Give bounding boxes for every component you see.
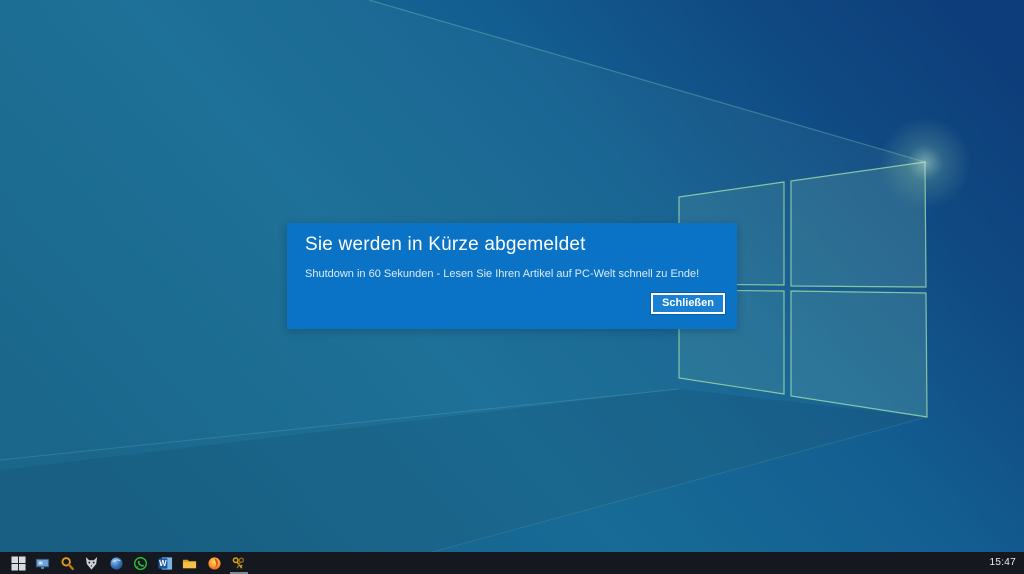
svg-text:W: W	[159, 559, 167, 568]
whatsapp-icon	[133, 556, 148, 571]
close-button[interactable]: Schließen	[651, 293, 725, 314]
dialog-message: Shutdown in 60 Sekunden - Lesen Sie Ihre…	[305, 268, 699, 280]
taskbar-clock[interactable]: 15:47	[989, 552, 1016, 574]
taskbar-item-wolf-app[interactable]	[80, 552, 105, 574]
monitor-icon	[35, 556, 50, 571]
taskbar-item-display-app[interactable]	[31, 552, 56, 574]
dialog-title: Sie werden in Kürze abgemeldet	[305, 234, 586, 256]
taskbar-item-search-tool[interactable]	[55, 552, 80, 574]
taskbar-item-globe-app[interactable]	[104, 552, 129, 574]
taskbar-item-file-explorer[interactable]	[178, 552, 203, 574]
start-button[interactable]	[6, 552, 31, 574]
blue-sphere-icon	[109, 556, 124, 571]
taskbar-item-firefox[interactable]	[202, 552, 227, 574]
wolf-head-icon	[84, 556, 99, 571]
folder-icon	[182, 556, 197, 571]
taskbar: W	[0, 552, 1024, 574]
taskbar-item-password-keys-app[interactable]	[227, 552, 252, 574]
taskbar-item-word[interactable]: W	[153, 552, 178, 574]
windows-start-icon	[11, 556, 26, 571]
firefox-icon	[207, 556, 222, 571]
taskbar-item-whatsapp[interactable]	[129, 552, 154, 574]
orange-magnifier-icon	[60, 556, 75, 571]
keys-icon	[231, 556, 246, 571]
word-icon: W	[158, 556, 173, 571]
shutdown-notification-dialog: Sie werden in Kürze abgemeldet Shutdown …	[287, 223, 737, 329]
